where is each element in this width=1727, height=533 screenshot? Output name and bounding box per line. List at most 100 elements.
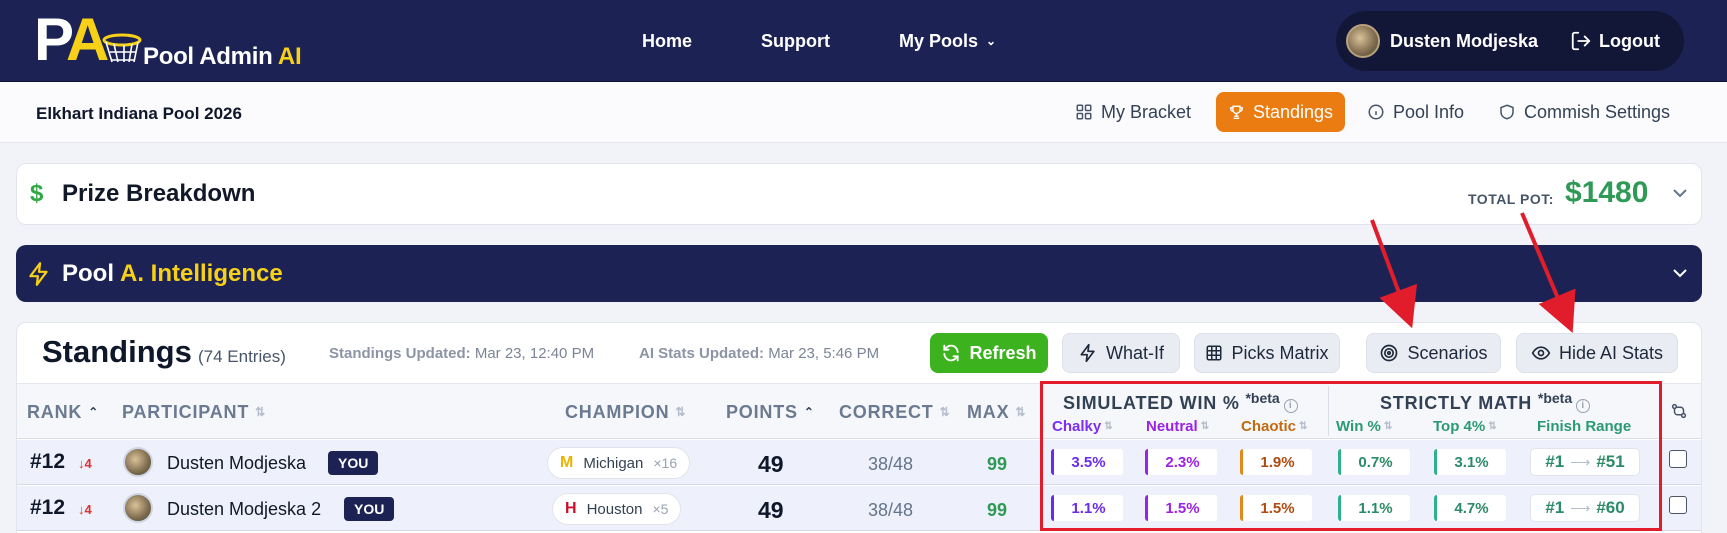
correct: 38/48 bbox=[868, 500, 914, 520]
trophy-icon bbox=[1230, 105, 1243, 120]
compare-checkbox[interactable] bbox=[1669, 496, 1687, 514]
column-champion[interactable]: CHAMPION ⇅ bbox=[565, 402, 686, 423]
nav-my-pools-dropdown[interactable]: My Pools ⌄ bbox=[899, 31, 996, 52]
points: 49 bbox=[758, 451, 784, 477]
table-icon bbox=[1206, 345, 1222, 361]
bolt-icon bbox=[29, 262, 48, 286]
compare-icon[interactable] bbox=[1670, 402, 1688, 420]
chevron-down-icon[interactable] bbox=[1671, 266, 1689, 280]
chaotic-pct: 1.5% bbox=[1240, 495, 1312, 521]
correct: 38/48 bbox=[868, 454, 914, 474]
prize-breakdown-card[interactable] bbox=[16, 163, 1702, 225]
champion-pill[interactable]: H Houston ×5 bbox=[552, 493, 682, 525]
tab-commish-settings[interactable]: Commish Settings bbox=[1486, 92, 1682, 132]
sort-icon: ⇅ bbox=[1383, 421, 1393, 432]
total-pot-label: TOTAL POT: bbox=[1468, 191, 1554, 207]
avatar[interactable] bbox=[1346, 24, 1380, 58]
chalky-pct: 1.1% bbox=[1051, 495, 1123, 521]
top4-pct: 4.7% bbox=[1434, 495, 1506, 521]
top4-pct: 3.1% bbox=[1434, 449, 1506, 475]
finish-range: #1 ⟶ #51 bbox=[1530, 448, 1640, 476]
shield-icon bbox=[1500, 104, 1514, 120]
chaotic-pct: 1.9% bbox=[1240, 449, 1312, 475]
compare-checkbox[interactable] bbox=[1669, 450, 1687, 468]
michigan-logo-icon: M bbox=[560, 454, 574, 471]
target-icon bbox=[1381, 344, 1398, 362]
standings-title: Standings bbox=[42, 334, 192, 369]
houston-logo-icon: H bbox=[565, 500, 577, 517]
neutral-pct: 1.5% bbox=[1145, 495, 1217, 521]
column-top4-pct[interactable]: Top 4% ⇅ bbox=[1433, 418, 1497, 435]
logout-icon[interactable] bbox=[1570, 30, 1592, 52]
dollar-icon: $ bbox=[30, 180, 44, 207]
avatar bbox=[123, 447, 153, 477]
column-chaotic[interactable]: Chaotic ⇅ bbox=[1241, 418, 1307, 435]
you-badge: YOU bbox=[344, 497, 395, 521]
sort-icon: ⇅ bbox=[255, 405, 266, 419]
group-divider bbox=[1328, 386, 1329, 436]
info-icon[interactable]: i bbox=[1283, 399, 1298, 413]
bolt-icon bbox=[1080, 343, 1095, 363]
pool-ai-title: Pool A. Intelligence bbox=[62, 260, 283, 287]
participant-name[interactable]: Dusten Modjeska bbox=[167, 453, 306, 474]
tab-label: My Bracket bbox=[1101, 101, 1192, 122]
info-icon bbox=[1368, 104, 1384, 120]
rank-change: ↓4 bbox=[78, 502, 92, 517]
chevron-down-icon[interactable] bbox=[1671, 186, 1689, 200]
scenarios-button[interactable]: Scenarios bbox=[1366, 333, 1501, 373]
standings-updated: Standings Updated: Mar 23, 12:40 PM bbox=[329, 345, 595, 362]
champion-pill[interactable]: M Michigan ×16 bbox=[547, 447, 691, 479]
sort-icon: ⇅ bbox=[675, 405, 687, 419]
tab-my-bracket[interactable]: My Bracket bbox=[1063, 92, 1203, 132]
ai-stats-updated: AI Stats Updated: Mar 23, 5:46 PM bbox=[639, 345, 880, 362]
win-pct: 0.7% bbox=[1338, 449, 1410, 475]
refresh-button[interactable]: Refresh bbox=[930, 333, 1048, 373]
finish-range: #1 ⟶ #60 bbox=[1530, 494, 1640, 522]
column-rank[interactable]: RANK ⌃ bbox=[27, 402, 99, 423]
hide-ai-stats-button[interactable]: Hide AI Stats bbox=[1516, 333, 1678, 373]
column-win-pct[interactable]: Win % ⇅ bbox=[1336, 418, 1392, 435]
user-name[interactable]: Dusten Modjeska bbox=[1390, 31, 1538, 52]
column-chalky[interactable]: Chalky ⇅ bbox=[1052, 418, 1113, 435]
info-icon[interactable]: i bbox=[1576, 399, 1591, 413]
sort-icon: ⇅ bbox=[1015, 405, 1027, 419]
sort-icon: ⇅ bbox=[1299, 421, 1308, 432]
win-pct: 1.1% bbox=[1338, 495, 1410, 521]
sort-icon: ⇅ bbox=[939, 405, 951, 419]
column-max[interactable]: MAX ⇅ bbox=[967, 402, 1026, 423]
column-correct[interactable]: CORRECT ⇅ bbox=[839, 402, 950, 423]
column-neutral[interactable]: Neutral ⇅ bbox=[1146, 418, 1209, 435]
column-points[interactable]: POINTS ⌃ bbox=[726, 402, 815, 423]
what-if-button[interactable]: What-If bbox=[1062, 333, 1180, 373]
tab-standings[interactable]: Standings bbox=[1216, 92, 1345, 132]
rank: #12 bbox=[30, 450, 66, 473]
logo-wordmark[interactable]: Pool Admin AI bbox=[143, 43, 302, 71]
participant-name[interactable]: Dusten Modjeska 2 bbox=[167, 499, 321, 520]
tab-pool-info[interactable]: Pool Info bbox=[1355, 92, 1476, 132]
column-participant[interactable]: PARTICIPANT ⇅ bbox=[122, 402, 266, 423]
refresh-icon bbox=[943, 344, 960, 362]
entries-count: (74 Entries) bbox=[198, 347, 286, 366]
chalky-pct: 3.5% bbox=[1051, 449, 1123, 475]
column-finish-range[interactable]: Finish Range bbox=[1537, 418, 1631, 435]
pool-title: Elkhart Indiana Pool 2026 bbox=[36, 104, 242, 123]
neutral-pct: 2.3% bbox=[1145, 449, 1217, 475]
picks-matrix-button[interactable]: Picks Matrix bbox=[1194, 333, 1340, 373]
sort-asc-icon: ⌃ bbox=[88, 405, 100, 419]
prize-breakdown-title: Prize Breakdown bbox=[62, 180, 256, 207]
group-strictly-math: STRICTLY MATH *beta i bbox=[1380, 390, 1591, 414]
rank-change: ↓4 bbox=[78, 456, 92, 471]
you-badge: YOU bbox=[328, 451, 379, 475]
points: 49 bbox=[758, 497, 784, 523]
logo-icon[interactable]: P A bbox=[34, 10, 142, 70]
logout-button[interactable]: Logout bbox=[1599, 31, 1660, 52]
nav-home-link[interactable]: Home bbox=[642, 31, 692, 52]
tab-label: Standings bbox=[1252, 101, 1333, 122]
tab-label: Pool Info bbox=[1393, 101, 1465, 122]
nav-support-link[interactable]: Support bbox=[761, 31, 830, 52]
group-simulated-win: SIMULATED WIN % *beta i bbox=[1063, 390, 1298, 414]
sort-icon: ⇅ bbox=[1200, 421, 1210, 432]
tab-label: Commish Settings bbox=[1524, 101, 1671, 122]
avatar bbox=[123, 493, 153, 523]
rank: #12 bbox=[30, 496, 66, 519]
